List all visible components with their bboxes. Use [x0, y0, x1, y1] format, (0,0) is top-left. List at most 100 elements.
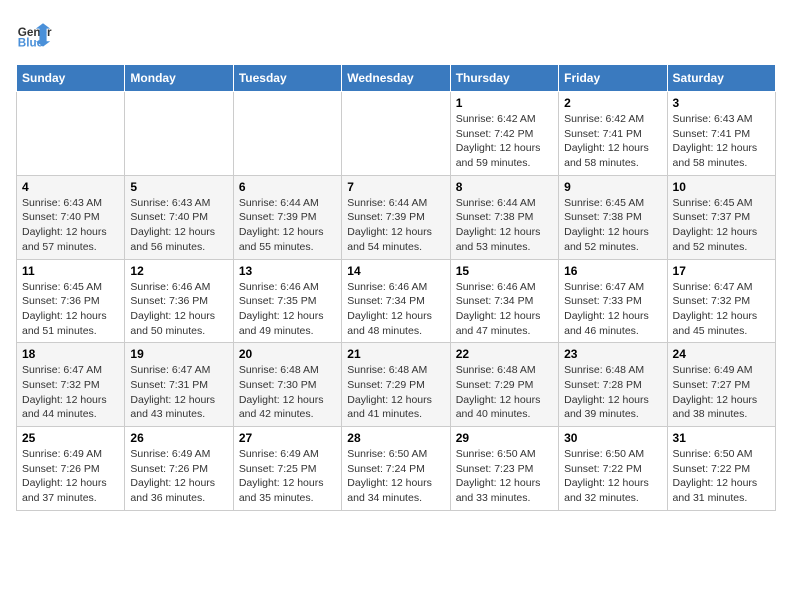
calendar-cell: 19 Sunrise: 6:47 AM Sunset: 7:31 PM Dayli…: [125, 343, 233, 427]
day-info: Sunrise: 6:47 AM Sunset: 7:33 PM Dayligh…: [564, 280, 661, 339]
weekday-header-saturday: Saturday: [667, 65, 775, 92]
day-info: Sunrise: 6:48 AM Sunset: 7:30 PM Dayligh…: [239, 363, 336, 422]
day-number: 11: [22, 264, 119, 278]
day-number: 20: [239, 347, 336, 361]
day-info: Sunrise: 6:42 AM Sunset: 7:42 PM Dayligh…: [456, 112, 553, 171]
day-info: Sunrise: 6:43 AM Sunset: 7:40 PM Dayligh…: [130, 196, 227, 255]
day-number: 19: [130, 347, 227, 361]
calendar-cell: 23 Sunrise: 6:48 AM Sunset: 7:28 PM Dayli…: [559, 343, 667, 427]
day-number: 12: [130, 264, 227, 278]
calendar-cell: 31Sunrise: 6:50 AM Sunset: 7:22 PM Dayli…: [667, 427, 775, 511]
calendar-cell: 13Sunrise: 6:46 AM Sunset: 7:35 PM Dayli…: [233, 259, 341, 343]
calendar-week-2: 4 Sunrise: 6:43 AM Sunset: 7:40 PM Daylig…: [17, 175, 776, 259]
calendar-week-5: 25 Sunrise: 6:49 AM Sunset: 7:26 PM Dayli…: [17, 427, 776, 511]
day-info: Sunrise: 6:48 AM Sunset: 7:29 PM Dayligh…: [347, 363, 444, 422]
day-info: Sunrise: 6:50 AM Sunset: 7:24 PM Dayligh…: [347, 447, 444, 506]
day-info: Sunrise: 6:46 AM Sunset: 7:34 PM Dayligh…: [456, 280, 553, 339]
calendar-cell: 14 Sunrise: 6:46 AM Sunset: 7:34 PM Dayli…: [342, 259, 450, 343]
day-info: Sunrise: 6:49 AM Sunset: 7:26 PM Dayligh…: [22, 447, 119, 506]
weekday-header-row: SundayMondayTuesdayWednesdayThursdayFrid…: [17, 65, 776, 92]
day-number: 29: [456, 431, 553, 445]
day-info: Sunrise: 6:45 AM Sunset: 7:37 PM Dayligh…: [673, 196, 770, 255]
day-number: 21: [347, 347, 444, 361]
calendar-cell: 16 Sunrise: 6:47 AM Sunset: 7:33 PM Dayli…: [559, 259, 667, 343]
day-info: Sunrise: 6:44 AM Sunset: 7:39 PM Dayligh…: [347, 196, 444, 255]
calendar-cell: 8Sunrise: 6:44 AM Sunset: 7:38 PM Daylig…: [450, 175, 558, 259]
calendar-cell: 15 Sunrise: 6:46 AM Sunset: 7:34 PM Dayli…: [450, 259, 558, 343]
day-info: Sunrise: 6:44 AM Sunset: 7:39 PM Dayligh…: [239, 196, 336, 255]
calendar-cell: 1 Sunrise: 6:42 AM Sunset: 7:42 PM Daylig…: [450, 92, 558, 176]
calendar-cell: 4 Sunrise: 6:43 AM Sunset: 7:40 PM Daylig…: [17, 175, 125, 259]
weekday-header-wednesday: Wednesday: [342, 65, 450, 92]
calendar-cell: [17, 92, 125, 176]
calendar-cell: 9 Sunrise: 6:45 AM Sunset: 7:38 PM Daylig…: [559, 175, 667, 259]
day-number: 9: [564, 180, 661, 194]
calendar-cell: 28 Sunrise: 6:50 AM Sunset: 7:24 PM Dayli…: [342, 427, 450, 511]
day-number: 3: [673, 96, 770, 110]
calendar-cell: 6 Sunrise: 6:44 AM Sunset: 7:39 PM Daylig…: [233, 175, 341, 259]
day-info: Sunrise: 6:49 AM Sunset: 7:25 PM Dayligh…: [239, 447, 336, 506]
day-info: Sunrise: 6:47 AM Sunset: 7:32 PM Dayligh…: [673, 280, 770, 339]
calendar-cell: 21 Sunrise: 6:48 AM Sunset: 7:29 PM Dayli…: [342, 343, 450, 427]
day-info: Sunrise: 6:43 AM Sunset: 7:41 PM Dayligh…: [673, 112, 770, 171]
calendar-cell: 11 Sunrise: 6:45 AM Sunset: 7:36 PM Dayli…: [17, 259, 125, 343]
day-number: 22: [456, 347, 553, 361]
calendar-cell: [125, 92, 233, 176]
weekday-header-tuesday: Tuesday: [233, 65, 341, 92]
day-number: 23: [564, 347, 661, 361]
weekday-header-friday: Friday: [559, 65, 667, 92]
weekday-header-thursday: Thursday: [450, 65, 558, 92]
calendar-table: SundayMondayTuesdayWednesdayThursdayFrid…: [16, 64, 776, 511]
day-info: Sunrise: 6:47 AM Sunset: 7:32 PM Dayligh…: [22, 363, 119, 422]
calendar-cell: 5 Sunrise: 6:43 AM Sunset: 7:40 PM Daylig…: [125, 175, 233, 259]
day-info: Sunrise: 6:42 AM Sunset: 7:41 PM Dayligh…: [564, 112, 661, 171]
day-info: Sunrise: 6:43 AM Sunset: 7:40 PM Dayligh…: [22, 196, 119, 255]
day-number: 1: [456, 96, 553, 110]
day-number: 5: [130, 180, 227, 194]
day-info: Sunrise: 6:49 AM Sunset: 7:26 PM Dayligh…: [130, 447, 227, 506]
day-info: Sunrise: 6:49 AM Sunset: 7:27 PM Dayligh…: [673, 363, 770, 422]
day-info: Sunrise: 6:45 AM Sunset: 7:38 PM Dayligh…: [564, 196, 661, 255]
day-number: 24: [673, 347, 770, 361]
calendar-cell: 3 Sunrise: 6:43 AM Sunset: 7:41 PM Daylig…: [667, 92, 775, 176]
calendar-cell: 27 Sunrise: 6:49 AM Sunset: 7:25 PM Dayli…: [233, 427, 341, 511]
day-number: 4: [22, 180, 119, 194]
day-info: Sunrise: 6:48 AM Sunset: 7:28 PM Dayligh…: [564, 363, 661, 422]
day-info: Sunrise: 6:47 AM Sunset: 7:31 PM Dayligh…: [130, 363, 227, 422]
logo: General Blue: [16, 16, 52, 52]
day-number: 30: [564, 431, 661, 445]
day-number: 26: [130, 431, 227, 445]
calendar-cell: 25 Sunrise: 6:49 AM Sunset: 7:26 PM Dayli…: [17, 427, 125, 511]
calendar-week-3: 11 Sunrise: 6:45 AM Sunset: 7:36 PM Dayli…: [17, 259, 776, 343]
day-number: 15: [456, 264, 553, 278]
day-number: 27: [239, 431, 336, 445]
day-info: Sunrise: 6:44 AM Sunset: 7:38 PM Dayligh…: [456, 196, 553, 255]
calendar-week-4: 18 Sunrise: 6:47 AM Sunset: 7:32 PM Dayli…: [17, 343, 776, 427]
calendar-week-1: 1 Sunrise: 6:42 AM Sunset: 7:42 PM Daylig…: [17, 92, 776, 176]
calendar-cell: 12 Sunrise: 6:46 AM Sunset: 7:36 PM Dayli…: [125, 259, 233, 343]
logo-icon: General Blue: [16, 16, 52, 52]
day-info: Sunrise: 6:46 AM Sunset: 7:34 PM Dayligh…: [347, 280, 444, 339]
day-number: 6: [239, 180, 336, 194]
day-number: 31: [673, 431, 770, 445]
day-number: 16: [564, 264, 661, 278]
day-number: 28: [347, 431, 444, 445]
calendar-cell: [342, 92, 450, 176]
day-number: 14: [347, 264, 444, 278]
day-info: Sunrise: 6:46 AM Sunset: 7:36 PM Dayligh…: [130, 280, 227, 339]
day-number: 25: [22, 431, 119, 445]
calendar-cell: 18 Sunrise: 6:47 AM Sunset: 7:32 PM Dayli…: [17, 343, 125, 427]
calendar-cell: 24 Sunrise: 6:49 AM Sunset: 7:27 PM Dayli…: [667, 343, 775, 427]
weekday-header-monday: Monday: [125, 65, 233, 92]
day-number: 13: [239, 264, 336, 278]
calendar-cell: 10Sunrise: 6:45 AM Sunset: 7:37 PM Dayli…: [667, 175, 775, 259]
day-info: Sunrise: 6:45 AM Sunset: 7:36 PM Dayligh…: [22, 280, 119, 339]
day-number: 18: [22, 347, 119, 361]
page-header: General Blue: [16, 16, 776, 52]
calendar-cell: 2Sunrise: 6:42 AM Sunset: 7:41 PM Daylig…: [559, 92, 667, 176]
calendar-cell: 29 Sunrise: 6:50 AM Sunset: 7:23 PM Dayli…: [450, 427, 558, 511]
calendar-cell: 22Sunrise: 6:48 AM Sunset: 7:29 PM Dayli…: [450, 343, 558, 427]
day-info: Sunrise: 6:50 AM Sunset: 7:23 PM Dayligh…: [456, 447, 553, 506]
day-number: 17: [673, 264, 770, 278]
weekday-header-sunday: Sunday: [17, 65, 125, 92]
